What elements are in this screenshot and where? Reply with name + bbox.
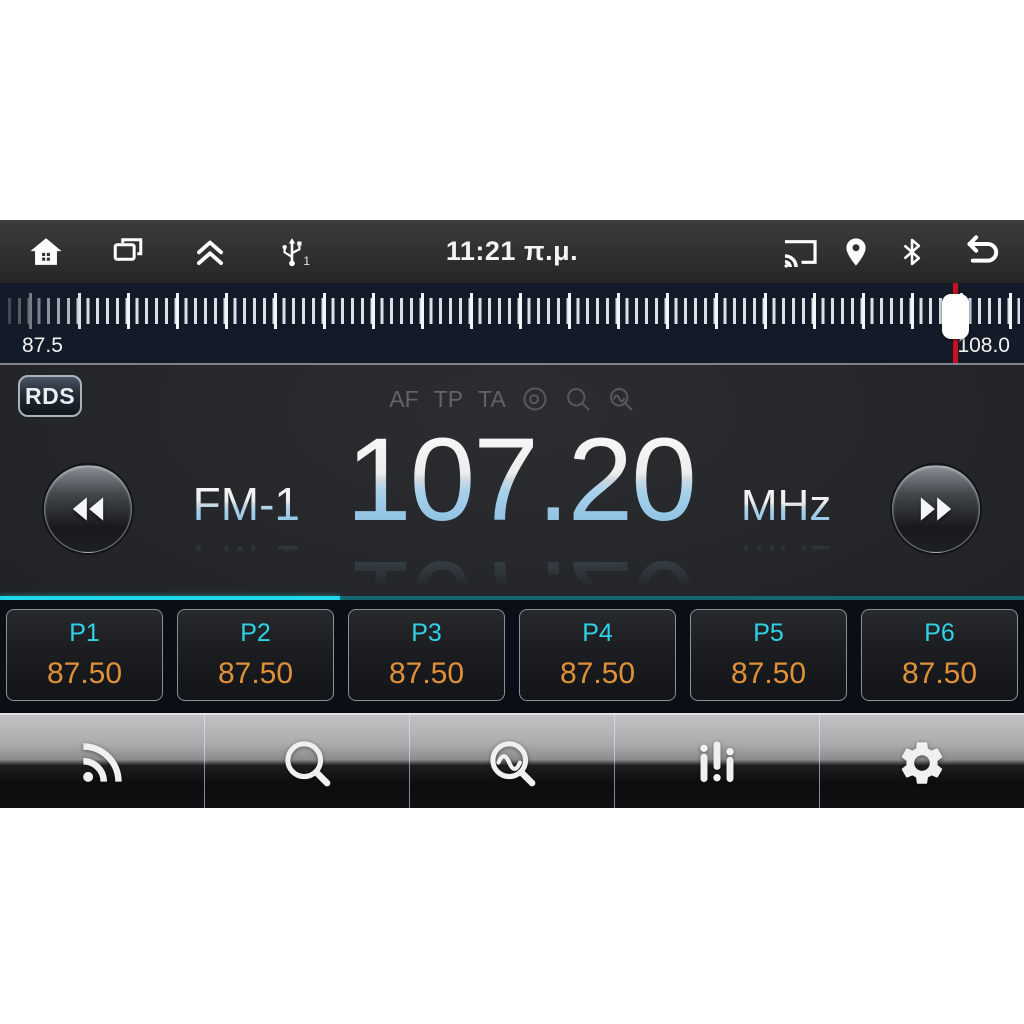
- scan-icon: [490, 740, 536, 786]
- seek-forward-button[interactable]: [892, 465, 980, 553]
- preset-button-4[interactable]: P4 87.50: [519, 609, 676, 701]
- bottom-toolbar: [0, 713, 1024, 808]
- preset-list: P1 87.50 P2 87.50 P3 87.50 P4 87.50 P5 8…: [0, 600, 1024, 713]
- preset-frequency: 87.50: [901, 657, 978, 690]
- preset-label: P6: [924, 619, 955, 647]
- preset-label: P3: [411, 619, 442, 647]
- preset-button-1[interactable]: P1 87.50: [6, 609, 163, 701]
- frequency-value: 107.20: [345, 414, 697, 546]
- preset-button-6[interactable]: P6 87.50: [861, 609, 1018, 701]
- frequency-unit: MHz: [740, 481, 832, 530]
- car-radio-screen: 1 11:21 π.μ. 87.5 108.0 RDS AF TP TA FM-…: [0, 220, 1024, 808]
- band-label: FM-1: [192, 478, 300, 530]
- cast-icon[interactable]: [780, 232, 820, 272]
- equalizer-button[interactable]: [615, 715, 820, 808]
- location-pin-icon[interactable]: [836, 232, 876, 272]
- preset-button-5[interactable]: P5 87.50: [690, 609, 847, 701]
- tuning-handle[interactable]: [942, 294, 969, 339]
- radio-display: RDS AF TP TA FM-1 107.20 MHz: [0, 365, 1024, 600]
- seek-icon: [564, 385, 592, 413]
- status-bar: 1 11:21 π.μ.: [0, 220, 1024, 283]
- frequency-scale[interactable]: 87.5 108.0: [0, 283, 1024, 365]
- preset-frequency: 87.50: [217, 657, 294, 690]
- radio-indicators: AF TP TA: [0, 385, 1024, 413]
- scale-max-label: 108.0: [957, 334, 1010, 357]
- preset-label: P5: [753, 619, 784, 647]
- status-bar-right: [780, 220, 1002, 283]
- preset-button-2[interactable]: P2 87.50: [177, 609, 334, 701]
- equalizer-icon: [700, 740, 734, 782]
- preset-frequency: 87.50: [46, 657, 123, 690]
- settings-gear-icon: [901, 741, 943, 784]
- back-icon[interactable]: [962, 232, 1002, 272]
- preset-frequency: 87.50: [388, 657, 465, 690]
- letterboxed-screenshot: 1 11:21 π.μ. 87.5 108.0 RDS AF TP TA FM-…: [0, 0, 1024, 1024]
- preset-label: P4: [582, 619, 613, 647]
- preset-button-3[interactable]: P3 87.50: [348, 609, 505, 701]
- af-indicator: AF: [389, 385, 419, 412]
- scale-min-label: 87.5: [22, 334, 63, 357]
- settings-button[interactable]: [820, 715, 1024, 808]
- frequency-readout: FM-1 107.20 MHz: [0, 421, 1024, 539]
- radio-broadcast-button[interactable]: [0, 715, 205, 808]
- scale-ticks-major: [8, 293, 1020, 329]
- loop-circle-icon: [521, 385, 549, 413]
- radio-broadcast-icon: [83, 742, 122, 782]
- search-icon: [285, 740, 331, 786]
- scan-icon: [607, 385, 635, 413]
- preset-label: P1: [69, 619, 100, 647]
- preset-label: P2: [240, 619, 271, 647]
- search-button[interactable]: [205, 715, 410, 808]
- preset-frequency: 87.50: [730, 657, 807, 690]
- scan-button[interactable]: [410, 715, 615, 808]
- bluetooth-icon[interactable]: [892, 232, 932, 272]
- tp-indicator: TP: [433, 385, 464, 412]
- preset-frequency: 87.50: [559, 657, 636, 690]
- ta-indicator: TA: [478, 385, 506, 412]
